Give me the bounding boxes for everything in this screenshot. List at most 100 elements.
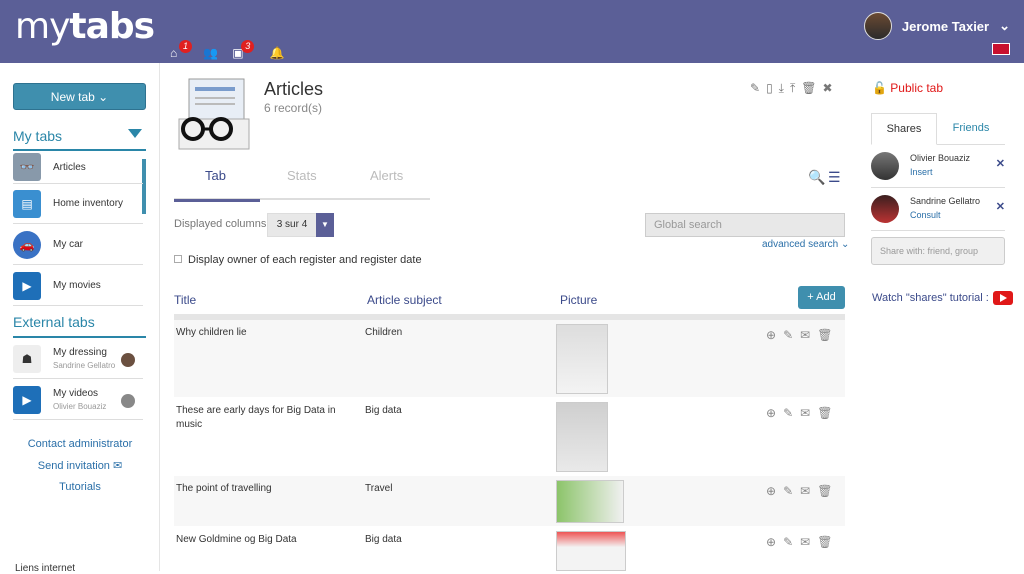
sidebar-item-label: My dressing: [53, 347, 107, 358]
sidebar-item-my-movies[interactable]: ▶ My movies: [13, 266, 143, 306]
upload-icon[interactable]: ⤒: [790, 81, 795, 96]
sidebar: New tab ⌄ My tabs 👓 Articles ▤ Home inve…: [0, 63, 160, 574]
zoom-icon[interactable]: ⊕: [766, 484, 776, 498]
friends-icon[interactable]: 👥: [203, 46, 218, 60]
share-input[interactable]: Share with: friend, group: [871, 237, 1005, 265]
trash-icon[interactable]: 🗑: [817, 406, 832, 420]
share-entry: Sandrine Gellatro Consult ✕: [871, 188, 1005, 231]
send-invitation-link[interactable]: Send invitation ✉: [0, 459, 160, 472]
tab-stats[interactable]: Stats: [287, 168, 317, 183]
sidebar-item-my-car[interactable]: 🚗 My car: [13, 225, 143, 265]
article-thumbnail[interactable]: [556, 531, 626, 571]
remove-share-icon[interactable]: ✕: [996, 200, 1005, 213]
unlock-icon: 🔓: [872, 81, 887, 95]
search-icon[interactable]: 🔍: [808, 169, 825, 186]
article-thumbnail[interactable]: [556, 480, 624, 523]
page-title: Articles: [264, 79, 324, 99]
share-role[interactable]: Insert: [910, 167, 933, 177]
sidebar-item-label: Articles: [53, 161, 86, 173]
cell-title: Why children lie: [176, 327, 247, 338]
bell-icon[interactable]: 🔔: [270, 46, 285, 60]
user-name: Jerome Taxier: [901, 18, 990, 34]
owner-avatar: [121, 394, 135, 408]
app-logo[interactable]: mytabs: [15, 6, 155, 47]
chevron-down-icon: ⌄: [840, 239, 850, 250]
share-panel: 🔓 Public tab Shares Friends Olivier Boua…: [860, 63, 1024, 571]
avatar: [871, 195, 899, 223]
column-header-subject[interactable]: Article subject: [367, 293, 442, 307]
tutorials-link[interactable]: Tutorials: [0, 481, 160, 493]
sidebar-item-my-dressing[interactable]: ☗ My dressing Sandrine Gellatro: [13, 339, 143, 379]
owner-name: Sandrine Gellatro: [53, 361, 116, 370]
zoom-icon[interactable]: ⊕: [766, 535, 776, 549]
sidebar-item-home-inventory[interactable]: ▤ Home inventory: [13, 184, 143, 224]
remove-share-icon[interactable]: ✕: [996, 157, 1005, 170]
edit-icon[interactable]: ✎: [783, 406, 793, 420]
mail-icon[interactable]: ✉: [800, 484, 810, 498]
tab-tab[interactable]: Tab: [205, 168, 226, 183]
advanced-search-link[interactable]: advanced search ⌄: [762, 239, 849, 250]
trash-icon[interactable]: 🗑: [817, 484, 832, 498]
columns-dropdown-button[interactable]: ▼: [316, 213, 334, 237]
top-bar: mytabs ⌂ 1 👥 ▣ 3 🔔 Jerome Taxier ⌄: [0, 0, 1024, 63]
share-role[interactable]: Consult: [910, 210, 941, 220]
mobile-icon[interactable]: ▯: [766, 81, 773, 96]
owner-avatar: [121, 353, 135, 367]
tab-actions: ✎ ▯ ⤓ ⤒ 🗑 ✖: [750, 81, 833, 96]
language-flag-icon[interactable]: [992, 43, 1010, 55]
home-badge: 1: [179, 40, 193, 53]
mail-icon[interactable]: ✉: [800, 535, 810, 549]
add-button[interactable]: + Add: [798, 286, 845, 309]
displayed-columns-label: Displayed columns: [174, 218, 267, 230]
checkbox-label: Display owner of each register and regis…: [188, 254, 422, 266]
checkbox[interactable]: [174, 255, 182, 263]
sidebar-item-label: Home inventory: [53, 198, 124, 209]
edit-icon[interactable]: ✎: [750, 81, 760, 96]
filter-icon[interactable]: [128, 129, 142, 138]
edit-icon[interactable]: ✎: [783, 535, 793, 549]
user-menu[interactable]: Jerome Taxier ⌄: [863, 12, 1010, 40]
article-thumbnail[interactable]: [556, 324, 608, 394]
trash-icon[interactable]: 🗑: [817, 535, 832, 549]
tab-shares[interactable]: Shares: [871, 113, 937, 145]
article-thumbnail[interactable]: [556, 402, 608, 472]
chevron-down-icon: ⌄: [999, 18, 1010, 33]
edit-icon[interactable]: ✎: [783, 328, 793, 342]
share-name: Olivier Bouaziz: [910, 153, 971, 163]
owner-checkbox[interactable]: Display owner of each register and regis…: [174, 254, 422, 266]
envelope-icon: ✉: [113, 460, 123, 472]
zoom-icon[interactable]: ⊕: [766, 406, 776, 420]
mail-icon[interactable]: ✉: [800, 406, 810, 420]
table-row[interactable]: These are early days for Big Data in mus…: [174, 398, 845, 476]
global-search-input[interactable]: Global search: [645, 213, 845, 237]
sidebar-item-my-videos[interactable]: ▶ My videos Olivier Bouaziz: [13, 380, 143, 420]
table-row[interactable]: Why children lie Children ⊕ ✎ ✉ 🗑: [174, 320, 845, 398]
edit-icon[interactable]: ✎: [783, 484, 793, 498]
list-view-icon[interactable]: ☰: [828, 169, 841, 186]
tab-friends[interactable]: Friends: [937, 113, 1005, 145]
new-tab-button[interactable]: New tab ⌄: [13, 83, 146, 110]
tab-alerts[interactable]: Alerts: [370, 168, 403, 183]
images-icon[interactable]: ▣ 3: [232, 40, 255, 60]
column-header-picture[interactable]: Picture: [560, 293, 597, 307]
sidebar-item-partial[interactable]: Liens internet: [15, 563, 75, 574]
sidebar-item-label: My car: [53, 239, 83, 250]
sidebar-item-articles[interactable]: 👓 Articles: [13, 151, 143, 184]
download-icon[interactable]: ⤓: [779, 81, 784, 96]
columns-select[interactable]: 3 sur 4: [267, 213, 317, 237]
mail-icon[interactable]: ✉: [800, 328, 810, 342]
table-row[interactable]: The point of travelling Travel ⊕ ✎ ✉ 🗑: [174, 476, 845, 527]
contact-admin-link[interactable]: Contact administrator: [0, 438, 160, 450]
dressing-icon: ☗: [13, 344, 41, 373]
cell-subject: Travel: [365, 483, 393, 494]
column-header-title[interactable]: Title: [174, 293, 196, 307]
shares-tutorial-link[interactable]: Watch "shares" tutorial :: [872, 291, 1013, 305]
user-avatar: [863, 12, 892, 40]
zoom-icon[interactable]: ⊕: [766, 328, 776, 342]
table-row[interactable]: New Goldmine og Big Data Big data ⊕ ✎ ✉ 🗑: [174, 527, 845, 571]
trash-icon[interactable]: 🗑: [801, 81, 816, 96]
trash-icon[interactable]: 🗑: [817, 328, 832, 342]
public-tab-toggle[interactable]: 🔓 Public tab: [872, 81, 943, 95]
close-icon[interactable]: ✖: [823, 81, 833, 96]
home-icon[interactable]: ⌂ 1: [170, 40, 193, 60]
